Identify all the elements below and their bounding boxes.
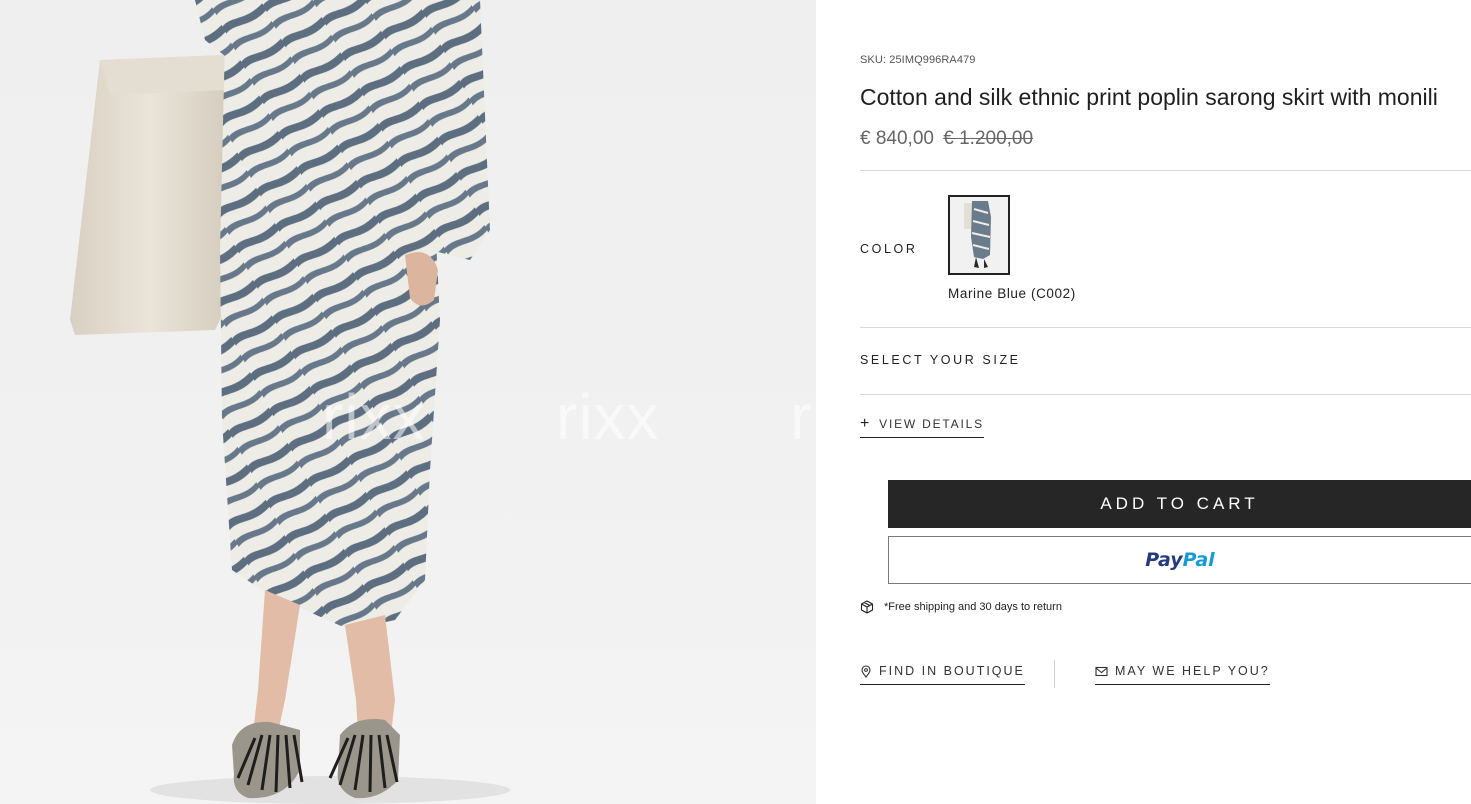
link-separator — [1054, 660, 1055, 688]
watermark-text: rixx — [322, 381, 426, 453]
paypal-button[interactable]: Pay Pal — [888, 536, 1471, 584]
product-price: € 840,00 € 1.200,00 — [860, 128, 1033, 150]
find-in-boutique-link[interactable]: FIND IN BOUTIQUE — [860, 664, 1025, 685]
help-link[interactable]: MAY WE HELP YOU? — [1095, 664, 1270, 685]
watermark-text: rixx — [556, 381, 660, 453]
add-to-cart-button[interactable]: ADD TO CART — [888, 480, 1471, 528]
watermark-text: rixx — [790, 381, 816, 453]
mail-icon — [1095, 666, 1108, 676]
color-swatch-marine-blue[interactable] — [948, 195, 1010, 275]
package-icon — [860, 600, 874, 614]
current-price: € 840,00 — [860, 128, 934, 149]
paypal-logo-pay: Pay — [1145, 549, 1183, 571]
color-label: COLOR — [860, 242, 918, 256]
divider — [860, 394, 1471, 395]
paypal-logo-pal: Pal — [1182, 549, 1215, 571]
shipping-note: *Free shipping and 30 days to return — [860, 600, 1062, 614]
selected-color-name: Marine Blue (C002) — [948, 286, 1076, 301]
original-price: € 1.200,00 — [943, 128, 1034, 149]
help-label: MAY WE HELP YOU? — [1115, 664, 1270, 678]
product-sku: SKU: 25IMQ996RA479 — [860, 54, 976, 66]
find-in-boutique-label: FIND IN BOUTIQUE — [879, 664, 1025, 678]
view-details-label: VIEW DETAILS — [879, 417, 984, 431]
divider — [860, 170, 1471, 171]
view-details-link[interactable]: + VIEW DETAILS — [860, 415, 984, 438]
footer-links: FIND IN BOUTIQUE MAY WE HELP YOU? — [860, 660, 1471, 690]
plus-icon: + — [860, 415, 872, 432]
product-info-panel: SKU: 25IMQ996RA479 Cotton and silk ethni… — [860, 0, 1471, 804]
product-title: Cotton and silk ethnic print poplin saro… — [860, 84, 1438, 110]
shipping-text: *Free shipping and 30 days to return — [884, 601, 1062, 613]
divider — [860, 327, 1471, 328]
location-pin-icon — [861, 664, 871, 678]
size-selector-label[interactable]: SELECT YOUR SIZE — [860, 353, 1021, 367]
product-image[interactable]: rixx rixx rixx — [0, 0, 816, 804]
swatch-thumbnail — [950, 197, 1008, 273]
